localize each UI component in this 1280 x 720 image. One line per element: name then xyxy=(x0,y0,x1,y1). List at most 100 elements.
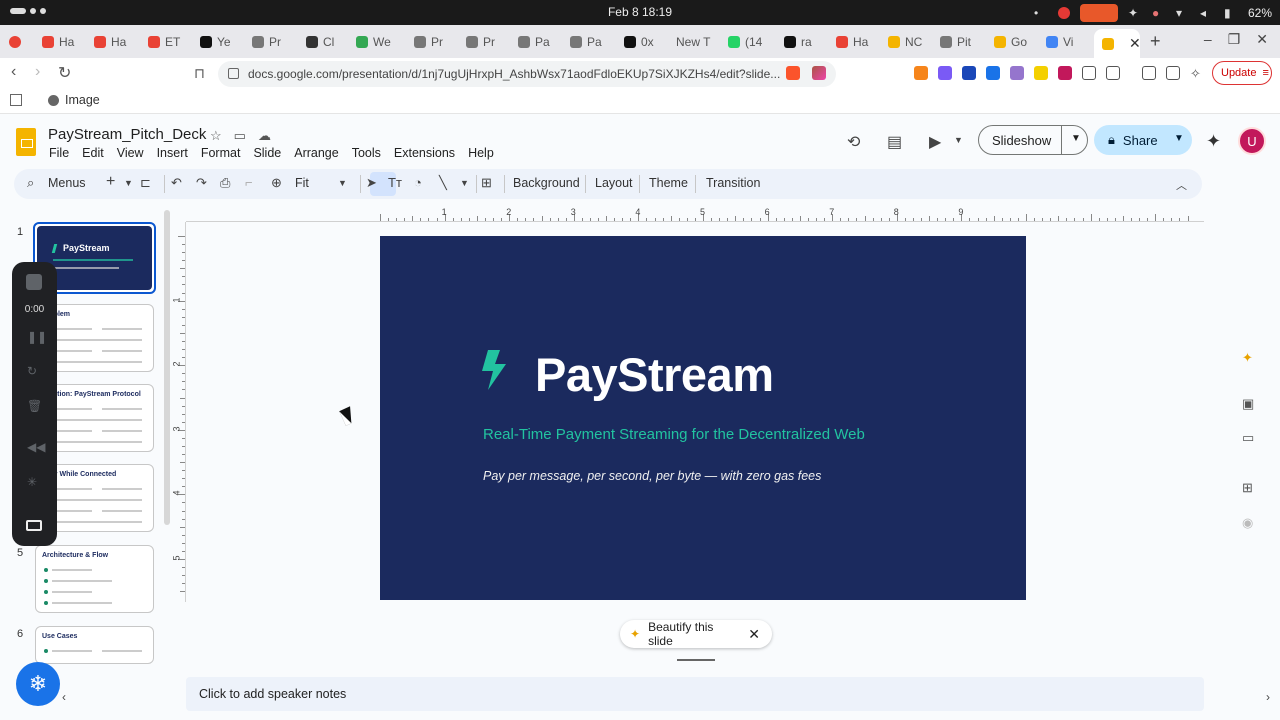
menu-file[interactable]: File xyxy=(49,146,69,160)
tab-active-slides[interactable]: ✕ xyxy=(1094,29,1141,58)
rewind-icon[interactable]: ◀◀ xyxy=(27,440,45,454)
version-history-icon[interactable]: ⟲ xyxy=(847,132,865,151)
brave-shield-icon[interactable] xyxy=(786,66,800,80)
browser-tab[interactable]: ET xyxy=(148,30,198,54)
browser-tab[interactable]: (14 xyxy=(728,30,778,54)
browser-tab[interactable]: NC xyxy=(888,30,938,54)
document-title[interactable]: PayStream_Pitch_Deck xyxy=(48,126,206,143)
address-bar[interactable]: docs.google.com/presentation/d/1nj7ugUjH… xyxy=(218,61,836,87)
sidebar-icon[interactable] xyxy=(1142,66,1156,80)
comments-icon[interactable]: ▤ xyxy=(887,132,905,151)
share-dropdown-icon[interactable]: ▼ xyxy=(1174,133,1184,144)
search-menus-icon[interactable]: ⌕ xyxy=(27,175,34,191)
recording-indicator-icon[interactable] xyxy=(1057,7,1070,19)
update-button[interactable]: Update ≡ xyxy=(1212,61,1272,85)
bookmark-image[interactable]: Image xyxy=(48,93,100,107)
slide-brand-title[interactable]: PayStream xyxy=(535,347,774,402)
slides-logo-icon[interactable] xyxy=(16,128,36,156)
wallet-icon[interactable] xyxy=(1166,66,1180,80)
metamask-icon[interactable] xyxy=(914,66,928,80)
effects-icon[interactable]: ✳ xyxy=(27,475,41,489)
meet-dropdown-icon[interactable]: ▼ xyxy=(954,135,963,145)
delete-icon[interactable]: 🗑︎ xyxy=(27,399,42,413)
menu-extensions[interactable]: Extensions xyxy=(394,146,455,160)
browser-tab[interactable]: ra xyxy=(784,30,834,54)
filmstrip-scrollbar[interactable] xyxy=(164,210,170,525)
menu-help[interactable]: Help xyxy=(468,146,494,160)
browser-tab[interactable]: Ha xyxy=(836,30,886,54)
browser-tab[interactable]: Go xyxy=(994,30,1044,54)
menu-edit[interactable]: Edit xyxy=(82,146,104,160)
leo-ai-icon[interactable]: ✧ xyxy=(1190,66,1204,81)
wifi-icon[interactable]: ▾ xyxy=(1176,6,1190,20)
background-button[interactable]: Background xyxy=(513,176,580,190)
zoom-select[interactable]: Fit xyxy=(295,176,309,190)
move-folder-icon[interactable]: ▭ xyxy=(234,128,246,144)
gemini-sparkle-icon[interactable]: ✦ xyxy=(1242,350,1256,365)
star-icon[interactable]: ☆ xyxy=(210,128,222,144)
add-on-icon[interactable]: ⊞ xyxy=(1242,480,1256,495)
browser-tab[interactable]: Pa xyxy=(570,30,620,54)
theme-button[interactable]: Theme xyxy=(649,176,688,190)
screen-share-icon[interactable] xyxy=(1079,4,1118,22)
site-info-icon[interactable] xyxy=(228,68,239,79)
menu-arrange[interactable]: Arrange xyxy=(294,146,338,160)
browser-tab[interactable]: Pr xyxy=(414,30,464,54)
slide-tagline[interactable]: Real-Time Payment Streaming for the Dece… xyxy=(483,426,865,443)
close-window-icon[interactable]: ✕ xyxy=(1256,31,1268,48)
share-button[interactable]: 🔒︎ Share ▼ xyxy=(1094,125,1192,155)
menu-insert[interactable]: Insert xyxy=(157,146,188,160)
menu-format[interactable]: Format xyxy=(201,146,241,160)
slide-thumbnail[interactable]: Use Cases xyxy=(35,626,154,664)
minimize-icon[interactable]: – xyxy=(1204,31,1212,48)
microphone-icon[interactable]: ● xyxy=(1152,6,1166,20)
dismiss-beautify-icon[interactable]: ✕ xyxy=(748,626,760,643)
menu-view[interactable]: View xyxy=(117,146,144,160)
line-icon[interactable]: ╲ xyxy=(439,175,447,191)
zoom-dropdown-icon[interactable]: ▼ xyxy=(338,178,347,188)
panel-radio-icon[interactable]: ◉ xyxy=(1242,515,1256,530)
layout-button[interactable]: Layout xyxy=(595,176,633,190)
paint-format-icon[interactable]: ⌐ xyxy=(245,175,253,190)
forward-icon[interactable]: › xyxy=(35,63,40,81)
browser-tab[interactable]: Pa xyxy=(518,30,568,54)
slide-1[interactable]: PayStream Real-Time Payment Streaming fo… xyxy=(380,236,1026,600)
browser-tab[interactable]: Cl xyxy=(306,30,356,54)
avatar[interactable]: U xyxy=(1238,127,1266,155)
pause-icon[interactable]: ❚❚ xyxy=(27,330,47,344)
tab-close-icon[interactable]: ✕ xyxy=(1129,35,1141,52)
reload-icon[interactable]: ↻ xyxy=(58,63,71,83)
slide-thumbnail[interactable]: Architecture & Flow xyxy=(35,545,154,613)
transition-button[interactable]: Transition xyxy=(706,176,760,190)
maximize-icon[interactable]: ❐ xyxy=(1228,31,1241,48)
slideshow-dropdown-icon[interactable]: ▼ xyxy=(1071,133,1081,144)
drive-folder-icon[interactable]: ▭ xyxy=(1242,430,1256,445)
menu-slide[interactable]: Slide xyxy=(253,146,281,160)
menu-tools[interactable]: Tools xyxy=(352,146,381,160)
notifications-icon[interactable]: • xyxy=(1034,6,1048,20)
browser-tab[interactable]: Vi xyxy=(1046,30,1096,54)
volume-icon[interactable]: ◂ xyxy=(1200,6,1214,20)
expand-panel-icon[interactable]: › xyxy=(1266,690,1270,704)
meet-icon[interactable]: ▶ xyxy=(929,132,947,151)
cloud-status-icon[interactable]: ☁ xyxy=(258,128,271,144)
new-slide-icon[interactable]: + xyxy=(106,173,115,191)
browser-tab[interactable]: 0x xyxy=(624,30,674,54)
menus-search[interactable]: Menus xyxy=(48,176,86,190)
extension-4-icon[interactable] xyxy=(986,66,1000,80)
extension-5-icon[interactable] xyxy=(1010,66,1024,80)
zoom-icon[interactable]: ⊕ xyxy=(271,175,282,191)
keep-icon[interactable]: ▣ xyxy=(1242,396,1256,411)
collapse-filmstrip-icon[interactable]: ‹ xyxy=(62,690,66,704)
assistant-fab[interactable]: ❄ xyxy=(16,662,60,706)
browser-tab[interactable]: Pit xyxy=(940,30,990,54)
shape-icon[interactable]: ◔ xyxy=(414,175,422,190)
apps-grid-icon[interactable] xyxy=(10,94,22,106)
new-slide-dropdown-icon[interactable]: ▼ xyxy=(124,178,133,188)
browser-tab[interactable]: Ha xyxy=(42,30,92,54)
import-icon[interactable]: ⊏ xyxy=(140,175,151,191)
slideshow-button[interactable]: Slideshow ▼ xyxy=(978,125,1088,155)
restart-icon[interactable]: ↻ xyxy=(27,364,41,378)
extension-7-icon[interactable] xyxy=(1058,66,1072,80)
comment-add-icon[interactable]: ⊞ xyxy=(481,175,492,191)
